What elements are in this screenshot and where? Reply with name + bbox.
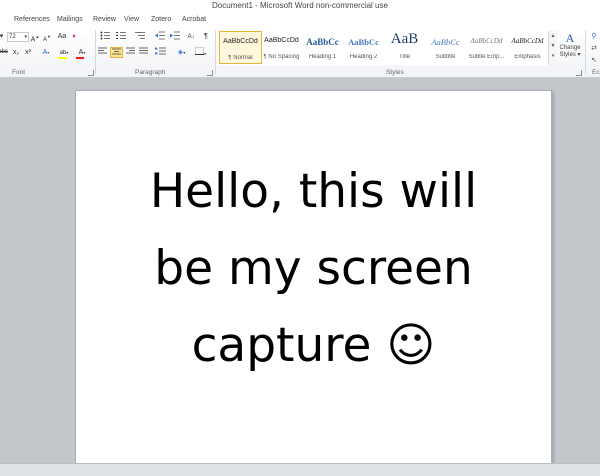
grow-caret-icon: ▲ — [35, 34, 40, 39]
sort-button[interactable]: A↓ — [185, 31, 197, 42]
line-spacing-button[interactable] — [154, 47, 168, 58]
chevron-down-icon: ▾ — [83, 50, 86, 55]
superscript-button[interactable]: x² — [23, 47, 33, 58]
ribbon-tabs: References Mailings Review View Zotero A… — [0, 14, 600, 28]
style-title[interactable]: AaB Title — [383, 31, 426, 64]
more-styles-icon[interactable]: ▾ — [549, 51, 557, 61]
subscript-button[interactable]: x₂ — [11, 47, 21, 58]
shading-button[interactable]: ◈▾ — [174, 47, 189, 58]
styles-gallery-scroll[interactable]: ▲ ▼ ▾ — [548, 31, 557, 65]
multilevel-list-icon — [134, 32, 145, 39]
chevron-down-icon: ▾ — [183, 50, 186, 55]
show-formatting-button[interactable]: ¶ — [202, 31, 210, 42]
align-left-icon — [98, 47, 107, 54]
align-left-button[interactable] — [97, 47, 109, 58]
document-line[interactable]: be my screen — [76, 230, 551, 307]
multilevel-list-button[interactable] — [134, 31, 146, 42]
line-spacing-icon — [154, 47, 166, 55]
style-subtle-emphasis[interactable]: AaBbCcDd Subtle Emp... — [465, 31, 508, 64]
chevron-down-icon: ▾ — [66, 50, 69, 55]
ruler-area — [0, 78, 600, 84]
justify-icon — [139, 47, 148, 54]
paragraph-dialog-launcher[interactable] — [207, 70, 213, 76]
change-case-button[interactable]: Aa — [56, 31, 68, 42]
decrease-indent-button[interactable] — [154, 31, 166, 42]
scroll-up-icon[interactable]: ▲ — [549, 31, 557, 41]
window-title: Document1 - Microsoft Word non-commercia… — [212, 1, 388, 10]
binoculars-icon: ⚲ — [591, 33, 597, 40]
cursor-icon: ↖ — [591, 57, 597, 64]
editing-group-label: Ec — [592, 69, 600, 76]
tab-references[interactable]: References — [14, 16, 50, 23]
replace-button[interactable]: ⇄ — [588, 43, 600, 54]
ribbon: ▾ 72 ▾ A▲ A▼ Aa ♦ abc x₂ x² A▾ ab▾ — [0, 28, 600, 78]
font-group-label: Font — [12, 69, 26, 76]
style-emphasis[interactable]: AaBbCcDd Emphasis — [506, 31, 549, 64]
font-size-box[interactable]: 72 ▾ — [7, 32, 29, 42]
style-normal[interactable]: AaBbCcDd ¶ Normal — [219, 31, 262, 64]
paragraph-group-label: Paragraph — [135, 69, 166, 76]
decrease-indent-icon — [154, 31, 165, 40]
tab-acrobat[interactable]: Acrobat — [182, 16, 206, 23]
font-size-value: 72 — [9, 34, 16, 40]
tab-mailings[interactable]: Mailings — [57, 16, 83, 23]
align-center-button[interactable] — [110, 47, 123, 58]
align-right-icon — [126, 47, 135, 54]
strikethrough-button[interactable]: abc — [0, 47, 9, 58]
change-styles-icon: A — [565, 31, 575, 45]
clear-formatting-button[interactable]: ♦ — [70, 31, 78, 42]
tab-review[interactable]: Review — [93, 16, 116, 23]
pilcrow-icon: ¶ — [204, 33, 208, 40]
increase-indent-button[interactable] — [169, 31, 181, 42]
document-body[interactable]: Hello, this will be my screen capture ☺ — [76, 153, 551, 384]
status-bar — [0, 463, 600, 476]
styles-group-label: Styles — [386, 69, 404, 76]
group-divider — [95, 30, 96, 74]
scroll-down-icon[interactable]: ▼ — [549, 41, 557, 51]
chevron-down-icon: ▾ — [203, 51, 206, 56]
group-divider — [585, 30, 586, 74]
document-line[interactable]: Hello, this will — [76, 153, 551, 230]
find-button[interactable]: ⚲ — [588, 31, 600, 42]
document-page[interactable]: Hello, this will be my screen capture ☺ — [75, 90, 552, 475]
document-line[interactable]: capture ☺ — [76, 307, 551, 384]
tab-zotero[interactable]: Zotero — [151, 16, 171, 23]
sort-icon: A↓ — [187, 34, 195, 40]
increase-indent-icon — [169, 31, 180, 40]
select-button[interactable]: ↖ — [588, 55, 600, 66]
chevron-down-icon: ▾ — [24, 34, 27, 40]
borders-icon — [194, 47, 204, 55]
font-color-swatch — [76, 57, 84, 59]
shrink-caret-icon: ▼ — [47, 34, 51, 39]
numbering-icon — [115, 32, 126, 39]
tab-view[interactable]: View — [124, 16, 139, 23]
align-right-button[interactable] — [125, 47, 137, 58]
grow-font-button[interactable]: A▲ — [30, 31, 40, 43]
text-effects-button[interactable]: A▾ — [40, 47, 52, 58]
font-dialog-launcher[interactable] — [88, 70, 94, 76]
align-center-icon — [111, 48, 121, 55]
styles-gallery: AaBbCcDd ¶ Normal AaBbCcDd ¶ No Spacing … — [218, 31, 548, 65]
highlight-color-swatch — [58, 57, 67, 59]
style-no-spacing[interactable]: AaBbCcDd ¶ No Spacing — [260, 31, 303, 64]
shrink-font-button[interactable]: A▼ — [42, 31, 52, 43]
style-heading-2[interactable]: AaBbCc Heading 2 — [342, 31, 385, 64]
title-bar: Document1 - Microsoft Word non-commercia… — [0, 0, 600, 14]
style-subtitle[interactable]: AaBbCc Subtitle — [424, 31, 467, 64]
justify-button[interactable] — [138, 47, 150, 58]
styles-dialog-launcher[interactable] — [576, 70, 582, 76]
font-name-dropdown-arrow[interactable]: ▾ — [0, 31, 4, 42]
bullets-icon — [100, 31, 110, 40]
eraser-icon: ♦ — [72, 33, 76, 40]
borders-button[interactable]: ▾ — [193, 47, 208, 58]
numbering-button[interactable] — [115, 31, 127, 42]
style-heading-1[interactable]: AaBbCc Heading 1 — [301, 31, 344, 64]
change-styles-button[interactable]: A Change Styles ▾ — [557, 31, 583, 71]
group-divider — [215, 30, 216, 74]
replace-icon: ⇄ — [591, 45, 597, 52]
chevron-down-icon: ▾ — [47, 50, 50, 55]
bullets-button[interactable] — [99, 31, 111, 42]
